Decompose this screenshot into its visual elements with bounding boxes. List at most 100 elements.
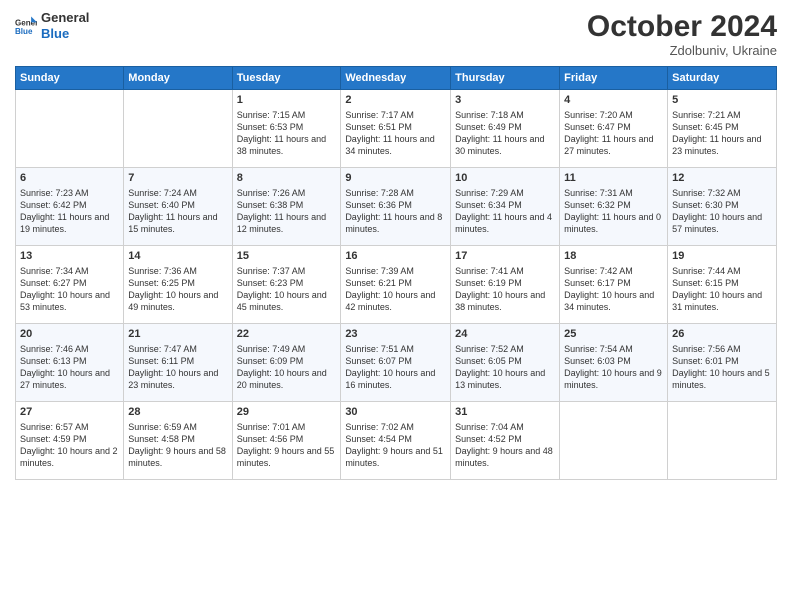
- sunrise-text: Sunrise: 7:44 AM: [672, 265, 772, 277]
- calendar-cell: 7Sunrise: 7:24 AMSunset: 6:40 PMDaylight…: [124, 168, 232, 246]
- calendar-cell: 20Sunrise: 7:46 AMSunset: 6:13 PMDayligh…: [16, 324, 124, 402]
- calendar-cell: 25Sunrise: 7:54 AMSunset: 6:03 PMDayligh…: [560, 324, 668, 402]
- calendar-cell: 5Sunrise: 7:21 AMSunset: 6:45 PMDaylight…: [668, 90, 777, 168]
- daylight-text: Daylight: 11 hours and 8 minutes.: [345, 211, 446, 235]
- daylight-text: Daylight: 10 hours and 42 minutes.: [345, 289, 446, 313]
- daylight-text: Daylight: 9 hours and 55 minutes.: [237, 445, 337, 469]
- daylight-text: Daylight: 10 hours and 49 minutes.: [128, 289, 227, 313]
- calendar-cell: 27Sunrise: 6:57 AMSunset: 4:59 PMDayligh…: [16, 402, 124, 480]
- sunset-text: Sunset: 6:17 PM: [564, 277, 663, 289]
- sunset-text: Sunset: 6:21 PM: [345, 277, 446, 289]
- sunrise-text: Sunrise: 7:34 AM: [20, 265, 119, 277]
- calendar-cell: 4Sunrise: 7:20 AMSunset: 6:47 PMDaylight…: [560, 90, 668, 168]
- daylight-text: Daylight: 10 hours and 23 minutes.: [128, 367, 227, 391]
- daylight-text: Daylight: 11 hours and 0 minutes.: [564, 211, 663, 235]
- daylight-text: Daylight: 11 hours and 23 minutes.: [672, 133, 772, 157]
- sunset-text: Sunset: 4:58 PM: [128, 433, 227, 445]
- title-block: October 2024 Zdolbuniv, Ukraine: [587, 10, 777, 58]
- daylight-text: Daylight: 11 hours and 15 minutes.: [128, 211, 227, 235]
- day-number: 6: [20, 171, 119, 186]
- day-number: 14: [128, 249, 227, 264]
- day-header-sunday: Sunday: [16, 67, 124, 90]
- sunrise-text: Sunrise: 7:49 AM: [237, 343, 337, 355]
- sunrise-text: Sunrise: 7:37 AM: [237, 265, 337, 277]
- logo-line2: Blue: [41, 26, 89, 42]
- sunset-text: Sunset: 6:09 PM: [237, 355, 337, 367]
- day-number: 1: [237, 93, 337, 108]
- sunrise-text: Sunrise: 7:17 AM: [345, 109, 446, 121]
- day-number: 3: [455, 93, 555, 108]
- sunset-text: Sunset: 6:40 PM: [128, 199, 227, 211]
- day-header-wednesday: Wednesday: [341, 67, 451, 90]
- location-subtitle: Zdolbuniv, Ukraine: [587, 43, 777, 58]
- daylight-text: Daylight: 10 hours and 27 minutes.: [20, 367, 119, 391]
- daylight-text: Daylight: 9 hours and 48 minutes.: [455, 445, 555, 469]
- header: General Blue General Blue October 2024 Z…: [15, 10, 777, 58]
- sunrise-text: Sunrise: 6:57 AM: [20, 421, 119, 433]
- daylight-text: Daylight: 11 hours and 38 minutes.: [237, 133, 337, 157]
- sunset-text: Sunset: 6:03 PM: [564, 355, 663, 367]
- daylight-text: Daylight: 11 hours and 34 minutes.: [345, 133, 446, 157]
- calendar-cell: 30Sunrise: 7:02 AMSunset: 4:54 PMDayligh…: [341, 402, 451, 480]
- sunset-text: Sunset: 6:25 PM: [128, 277, 227, 289]
- sunset-text: Sunset: 6:05 PM: [455, 355, 555, 367]
- sunrise-text: Sunrise: 7:01 AM: [237, 421, 337, 433]
- sunrise-text: Sunrise: 7:47 AM: [128, 343, 227, 355]
- sunset-text: Sunset: 6:42 PM: [20, 199, 119, 211]
- sunrise-text: Sunrise: 7:54 AM: [564, 343, 663, 355]
- sunrise-text: Sunrise: 7:31 AM: [564, 187, 663, 199]
- calendar-cell: 1Sunrise: 7:15 AMSunset: 6:53 PMDaylight…: [232, 90, 341, 168]
- day-number: 30: [345, 405, 446, 420]
- sunrise-text: Sunrise: 7:23 AM: [20, 187, 119, 199]
- calendar-cell: 21Sunrise: 7:47 AMSunset: 6:11 PMDayligh…: [124, 324, 232, 402]
- daylight-text: Daylight: 10 hours and 2 minutes.: [20, 445, 119, 469]
- calendar-cell: 31Sunrise: 7:04 AMSunset: 4:52 PMDayligh…: [451, 402, 560, 480]
- sunrise-text: Sunrise: 7:26 AM: [237, 187, 337, 199]
- sunset-text: Sunset: 6:53 PM: [237, 121, 337, 133]
- calendar-cell: 12Sunrise: 7:32 AMSunset: 6:30 PMDayligh…: [668, 168, 777, 246]
- calendar-cell: 13Sunrise: 7:34 AMSunset: 6:27 PMDayligh…: [16, 246, 124, 324]
- sunrise-text: Sunrise: 6:59 AM: [128, 421, 227, 433]
- sunrise-text: Sunrise: 7:51 AM: [345, 343, 446, 355]
- logo: General Blue General Blue: [15, 10, 89, 41]
- sunset-text: Sunset: 4:52 PM: [455, 433, 555, 445]
- day-header-monday: Monday: [124, 67, 232, 90]
- day-number: 2: [345, 93, 446, 108]
- calendar-cell: 26Sunrise: 7:56 AMSunset: 6:01 PMDayligh…: [668, 324, 777, 402]
- day-number: 7: [128, 171, 227, 186]
- sunrise-text: Sunrise: 7:36 AM: [128, 265, 227, 277]
- day-number: 15: [237, 249, 337, 264]
- sunset-text: Sunset: 6:49 PM: [455, 121, 555, 133]
- day-number: 12: [672, 171, 772, 186]
- day-number: 26: [672, 327, 772, 342]
- day-number: 25: [564, 327, 663, 342]
- daylight-text: Daylight: 11 hours and 19 minutes.: [20, 211, 119, 235]
- day-number: 4: [564, 93, 663, 108]
- calendar-cell: 16Sunrise: 7:39 AMSunset: 6:21 PMDayligh…: [341, 246, 451, 324]
- daylight-text: Daylight: 10 hours and 38 minutes.: [455, 289, 555, 313]
- day-number: 10: [455, 171, 555, 186]
- sunrise-text: Sunrise: 7:42 AM: [564, 265, 663, 277]
- daylight-text: Daylight: 9 hours and 58 minutes.: [128, 445, 227, 469]
- sunrise-text: Sunrise: 7:18 AM: [455, 109, 555, 121]
- sunrise-text: Sunrise: 7:52 AM: [455, 343, 555, 355]
- calendar-cell: 23Sunrise: 7:51 AMSunset: 6:07 PMDayligh…: [341, 324, 451, 402]
- sunset-text: Sunset: 6:01 PM: [672, 355, 772, 367]
- daylight-text: Daylight: 10 hours and 57 minutes.: [672, 211, 772, 235]
- sunset-text: Sunset: 6:45 PM: [672, 121, 772, 133]
- sunset-text: Sunset: 6:38 PM: [237, 199, 337, 211]
- calendar-table: SundayMondayTuesdayWednesdayThursdayFrid…: [15, 66, 777, 480]
- daylight-text: Daylight: 10 hours and 13 minutes.: [455, 367, 555, 391]
- sunset-text: Sunset: 6:30 PM: [672, 199, 772, 211]
- calendar-cell: 22Sunrise: 7:49 AMSunset: 6:09 PMDayligh…: [232, 324, 341, 402]
- sunset-text: Sunset: 6:47 PM: [564, 121, 663, 133]
- calendar-cell: 24Sunrise: 7:52 AMSunset: 6:05 PMDayligh…: [451, 324, 560, 402]
- calendar-cell: 11Sunrise: 7:31 AMSunset: 6:32 PMDayligh…: [560, 168, 668, 246]
- day-number: 19: [672, 249, 772, 264]
- day-number: 16: [345, 249, 446, 264]
- day-number: 21: [128, 327, 227, 342]
- day-header-friday: Friday: [560, 67, 668, 90]
- page: General Blue General Blue October 2024 Z…: [0, 0, 792, 612]
- calendar-cell: 17Sunrise: 7:41 AMSunset: 6:19 PMDayligh…: [451, 246, 560, 324]
- sunset-text: Sunset: 6:23 PM: [237, 277, 337, 289]
